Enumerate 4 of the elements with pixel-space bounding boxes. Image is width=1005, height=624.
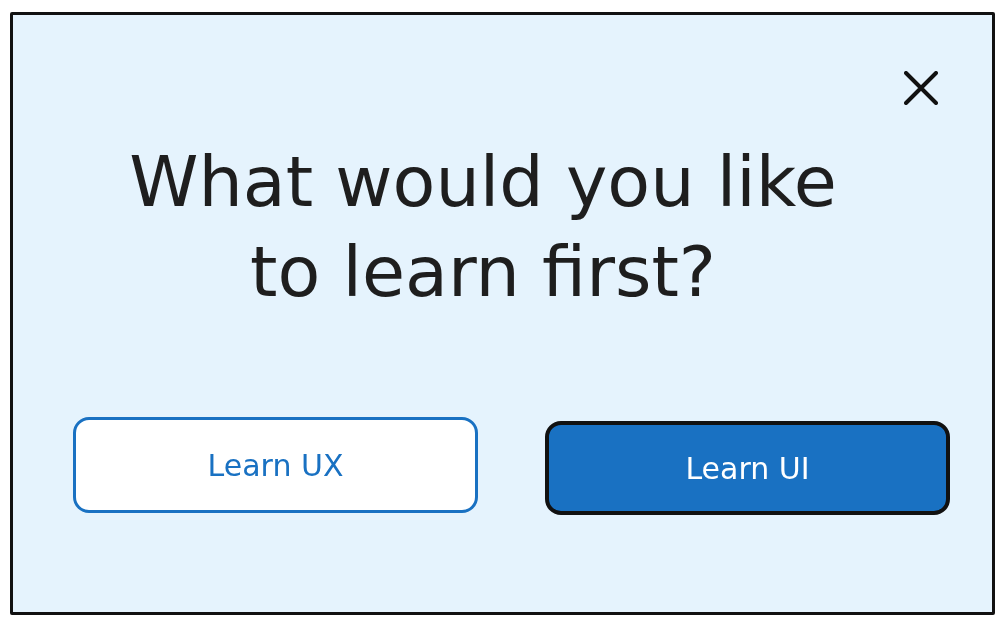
- learn-primary-button[interactable]: Learn UI: [545, 421, 950, 515]
- learn-secondary-button[interactable]: Learn UX: [73, 417, 478, 513]
- close-icon[interactable]: [904, 71, 938, 105]
- dialog-title: What would you like to learn first?: [128, 140, 838, 315]
